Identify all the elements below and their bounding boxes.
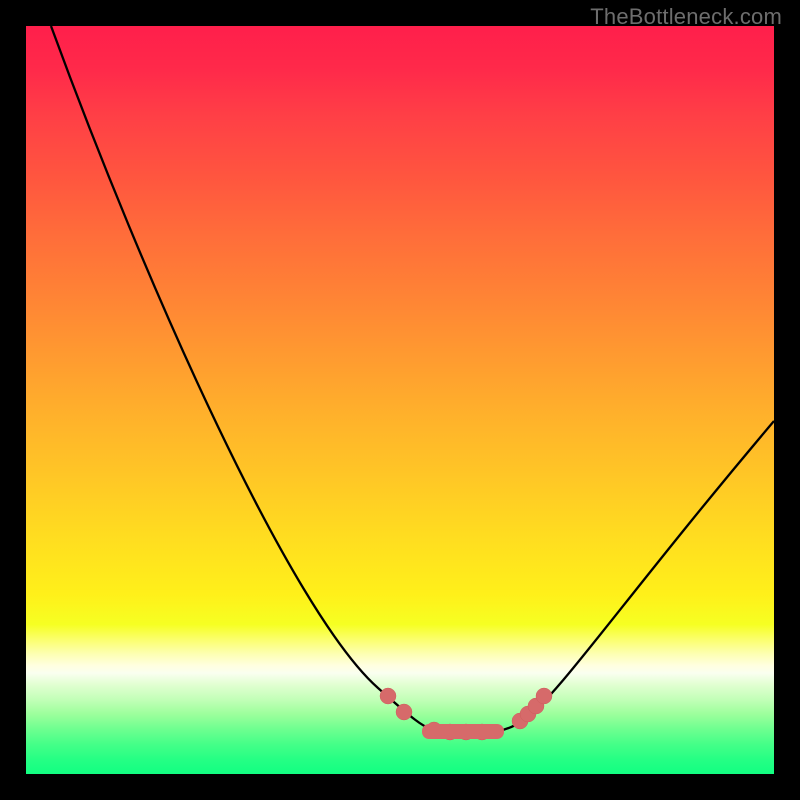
chart-plot-area [26,26,774,774]
marker-point [396,704,412,720]
bottleneck-chart-svg [26,26,774,774]
marker-flat-bar [422,724,504,739]
marker-point [380,688,396,704]
bottleneck-curve [51,26,774,732]
marker-point [536,688,552,704]
